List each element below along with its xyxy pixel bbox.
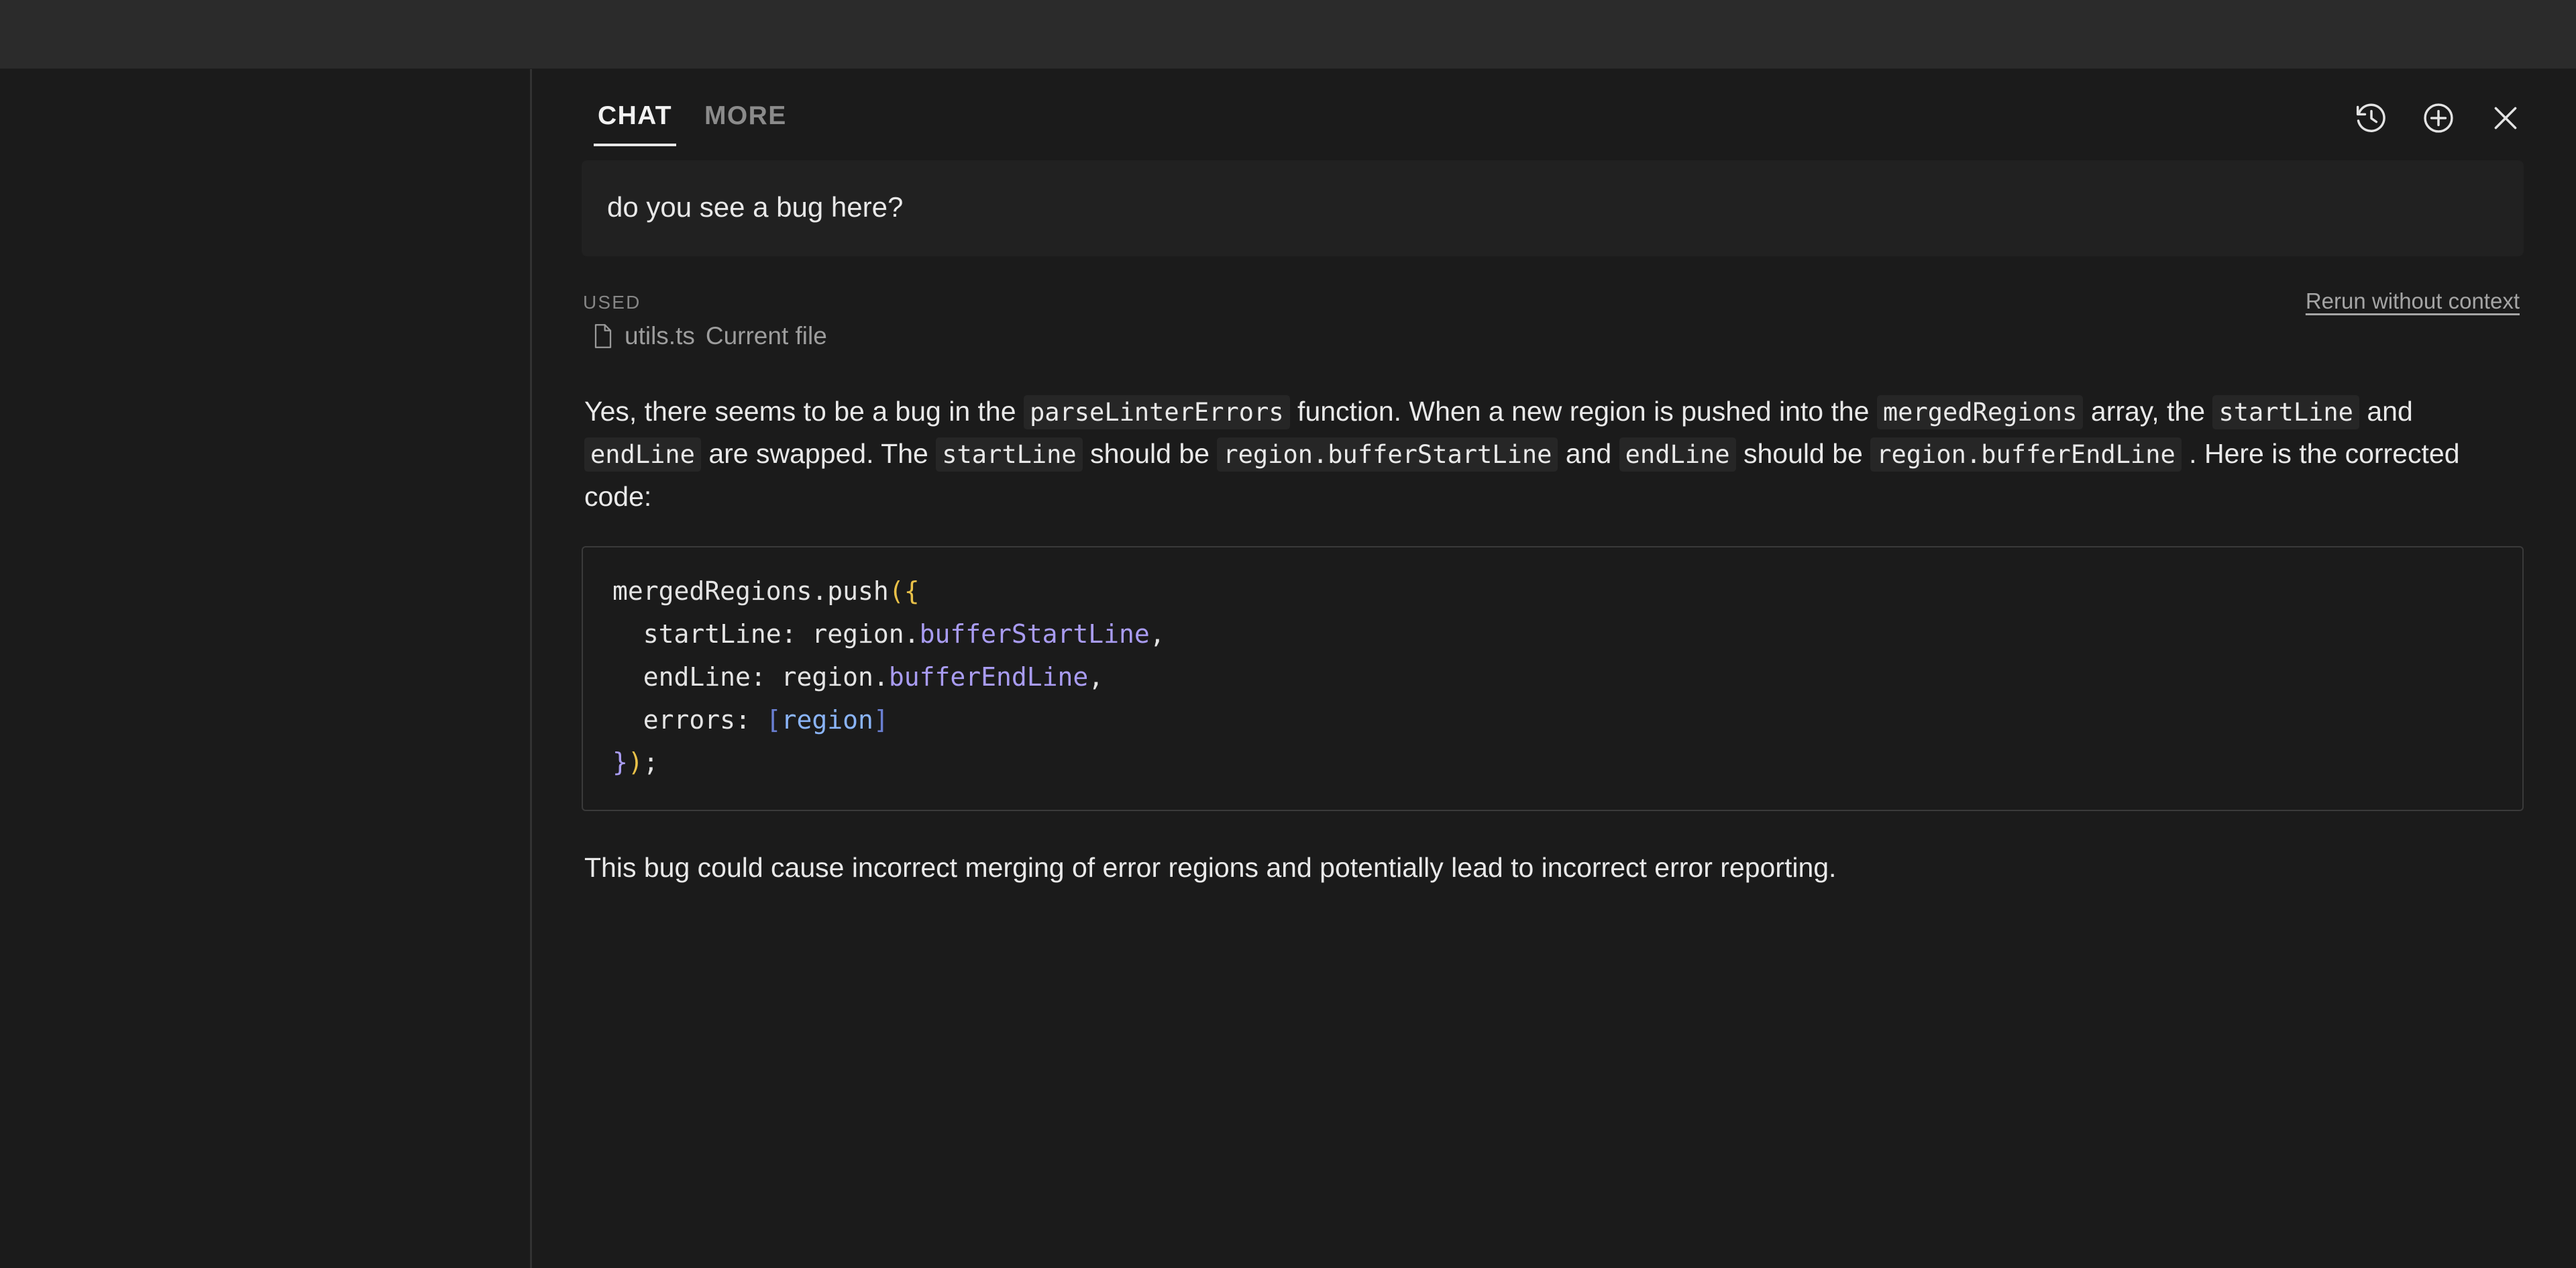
chat-tabs: CHAT MORE [582,69,803,146]
assistant-closing-note: This bug could cause incorrect merging o… [584,852,1837,884]
code-block[interactable]: mergedRegions.push({ startLine: region.b… [582,546,2524,812]
context-row: USED Rerun without context [582,288,2524,314]
code-token: endLine: region. [612,662,889,692]
code-token: ; [643,747,659,778]
chat-panel: CHAT MORE do you see a bug here? USED Re… [532,69,2576,1268]
user-message-text: do you see a bug here? [607,191,904,223]
code-token: ] [873,704,889,735]
code-token: } [612,747,628,778]
code-token: , [1088,662,1104,692]
code-token: ) [627,747,643,778]
context-file-name: utils.ts [625,321,695,350]
used-label: USED [583,291,641,313]
code-token: region [781,704,873,735]
code-token: mergedRegions.push [612,576,889,606]
tab-chat[interactable]: CHAT [582,103,688,146]
answer-text-part: Yes, there seems to be a bug in the [584,395,1016,427]
inline-code-merged-regions: mergedRegions [1876,394,2084,429]
inline-code-end-line-2: endLine [1619,437,1736,472]
history-icon[interactable] [2353,100,2390,136]
answer-text-part: function. When a new region is pushed in… [1297,395,1870,427]
answer-text-part: array, the [2090,395,2206,427]
answer-text-part: are swapped. The [708,438,928,470]
close-icon[interactable] [2487,100,2524,136]
code-token: , [1149,619,1165,649]
inline-code-buffer-end-line: region.bufferEndLine [1870,437,2182,472]
code-token: ({ [888,576,920,606]
plus-circle-icon[interactable] [2420,100,2457,136]
code-token: errors: [612,704,766,735]
code-token: [ [765,704,782,735]
answer-text-part: and [2367,395,2413,427]
context-file-chip[interactable]: utils.ts Current file [582,322,2524,350]
inline-code-buffer-start-line: region.bufferStartLine [1217,437,1558,472]
assistant-answer-paragraph: Yes, there seems to be a bug in the pars… [582,390,2524,519]
inline-code-parse-linter-errors: parseLinterErrors [1023,394,1290,429]
chat-panel-header: CHAT MORE [532,69,2576,160]
answer-text-part: and [1565,438,1612,470]
inline-code-start-line-2: startLine [936,437,1083,472]
context-file-scope: Current file [705,321,827,350]
file-icon [592,323,614,349]
rerun-without-context-link[interactable]: Rerun without context [2306,288,2520,314]
chat-header-actions [2353,69,2524,136]
answer-text-part: should be [1090,438,1210,470]
user-message-bubble: do you see a bug here? [582,160,2524,256]
ide-titlebar [0,0,2576,69]
code-token: bufferEndLine [888,662,1089,692]
inline-code-end-line: endLine [584,437,701,472]
code-block-content: mergedRegions.push({ startLine: region.b… [612,570,2493,784]
code-token: bufferStartLine [919,619,1150,649]
inline-code-start-line: startLine [2212,394,2359,429]
editor-area[interactable] [0,69,530,1268]
code-token: startLine: region. [612,619,920,649]
ide-window: CHAT MORE do you see a bug here? USED Re… [0,0,2576,1268]
answer-text-part: should be [1743,438,1863,470]
tab-more[interactable]: MORE [688,103,803,146]
chat-conversation: do you see a bug here? USED Rerun withou… [532,160,2576,889]
